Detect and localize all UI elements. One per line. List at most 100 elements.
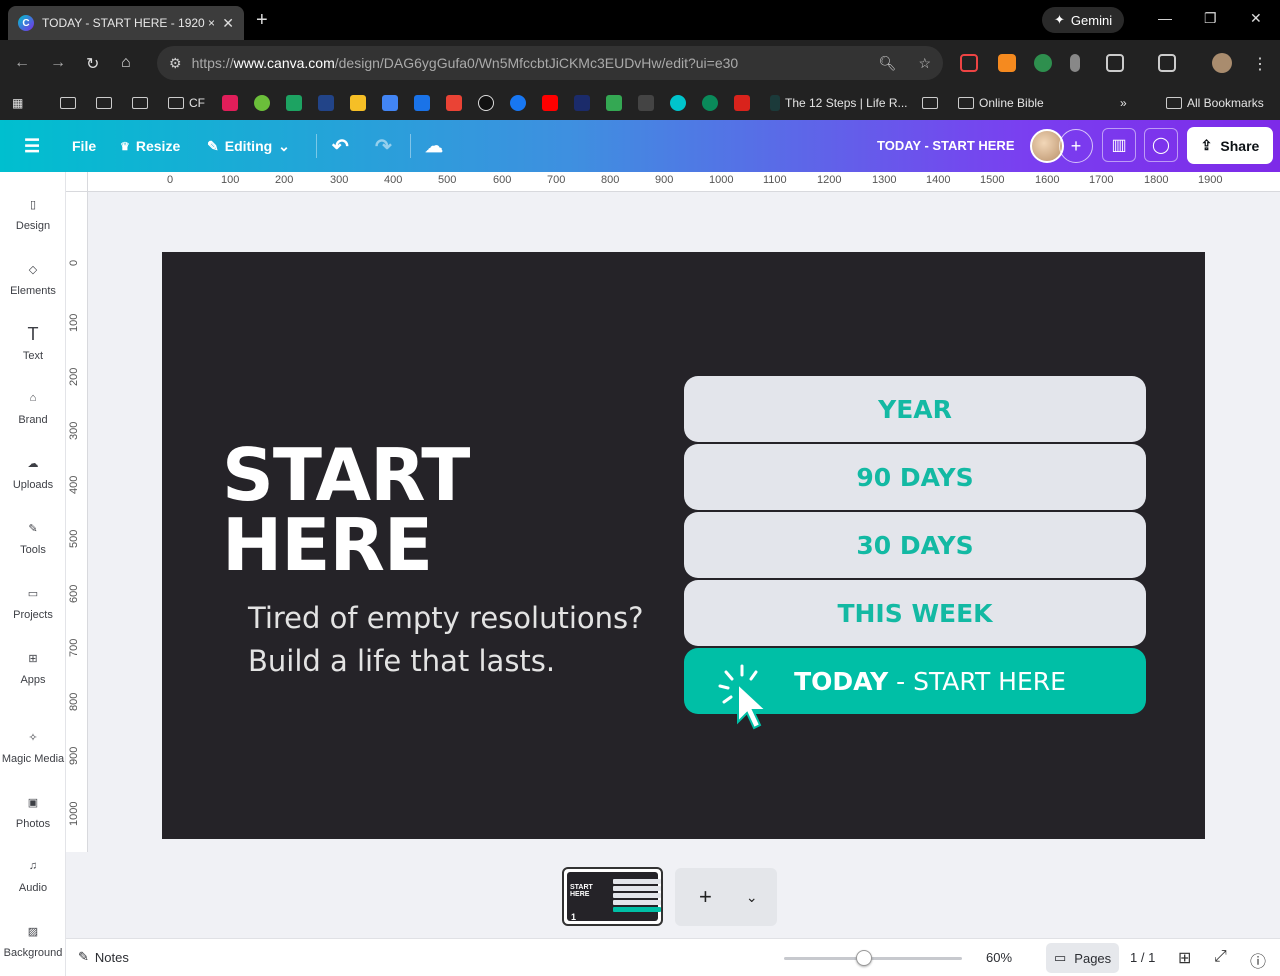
add-page-button[interactable]: + ⌄ [675, 868, 777, 926]
bookmark-canva[interactable] [670, 94, 686, 112]
bookmark-star-icon[interactable]: ☆ [918, 55, 931, 72]
ninety-days-button[interactable]: 90 DAYS [684, 444, 1146, 510]
cloud-saved-icon[interactable]: ☁ [425, 120, 443, 172]
bookmark-dw[interactable] [638, 94, 654, 112]
bookmark-tc[interactable] [478, 94, 494, 112]
analytics-icon[interactable]: ▥ [1102, 128, 1136, 162]
document-title[interactable]: TODAY - START HERE [877, 138, 1014, 153]
bookmark-docs[interactable] [382, 94, 398, 112]
microphone-icon[interactable] [1070, 54, 1080, 72]
folder-icon [1166, 97, 1182, 109]
browser-menu-icon[interactable]: ⋮ [1252, 54, 1268, 74]
main-menu-icon[interactable]: ☰ [24, 120, 40, 172]
comments-icon[interactable]: ◯ [1144, 128, 1178, 162]
new-tab-icon[interactable]: + [256, 9, 268, 32]
bookmark-green-list[interactable] [606, 94, 622, 112]
forward-icon[interactable]: → [50, 54, 66, 72]
all-bookmarks[interactable]: All Bookmarks [1166, 94, 1264, 112]
year-button[interactable]: YEAR [684, 376, 1146, 442]
zoom-level[interactable]: 60% [986, 950, 1012, 965]
resize-button[interactable]: ♛ Resize [120, 120, 180, 172]
bookmark-slack[interactable] [222, 94, 238, 112]
gemini-button[interactable]: ✦ Gemini [1042, 7, 1125, 33]
bookmark-blue-app[interactable] [318, 94, 334, 112]
chevron-down-icon[interactable]: ⌄ [746, 889, 758, 906]
ruler-tick-label: 500 [68, 529, 80, 548]
cast-search-icon[interactable] [1158, 54, 1176, 72]
headline-text[interactable]: START HERE [222, 439, 470, 581]
this-week-button[interactable]: THIS WEEK [684, 580, 1146, 646]
profile-avatar[interactable] [1212, 53, 1232, 73]
bookmark-youtube[interactable] [542, 94, 558, 112]
help-icon[interactable]: ⓘ [1250, 948, 1266, 972]
browser-tab[interactable]: C TODAY - START HERE - 1920 × ✕ [8, 6, 244, 40]
sidebar-item-background[interactable]: ▨ Background [0, 921, 66, 960]
grid-view-icon[interactable]: ⊞ [1178, 948, 1191, 968]
file-menu-button[interactable]: File [72, 120, 96, 172]
bookmark-gmail[interactable] [446, 94, 462, 112]
sidebar-item-photos[interactable]: ▣ Photos [0, 792, 66, 831]
tagline-text[interactable]: Tired of empty resolutions? Build a life… [248, 597, 644, 683]
sidebar-item-apps[interactable]: ⊞ Apps [0, 648, 66, 687]
thirty-days-button[interactable]: 30 DAYS [684, 512, 1146, 578]
sidebar-item-tools[interactable]: ✎ Tools [0, 518, 66, 557]
invite-plus-icon[interactable]: + [1059, 129, 1093, 163]
bookmark-folder-2[interactable] [96, 94, 112, 112]
crown-icon: ♛ [120, 140, 130, 153]
minimize-icon[interactable]: — [1158, 10, 1172, 26]
bookmark-12-steps[interactable]: The 12 Steps | Life R... [770, 94, 908, 112]
docs-icon [382, 95, 398, 111]
bookmark-keep[interactable] [350, 94, 366, 112]
zoom-slider-track[interactable] [784, 957, 962, 960]
restore-icon[interactable]: ❐ [1204, 10, 1217, 27]
ruler-tick-label: 1800 [1144, 174, 1169, 186]
editor-footer: ✎ Notes 60% ▭ Pages 1 / 1 ⊞ ⤢ ⓘ [66, 938, 1280, 976]
design-page[interactable]: START HERE Tired of empty resolutions? B… [162, 252, 1205, 839]
undo-icon[interactable]: ↶ [332, 120, 349, 172]
bookmark-online-bible[interactable]: Online Bible [958, 94, 1044, 112]
bookmark-folder-cf[interactable]: CF [168, 94, 205, 112]
bookmark-facebook[interactable] [510, 94, 526, 112]
bookmarks-overflow-icon[interactable]: » [1120, 94, 1127, 112]
extension-badge-icon[interactable] [998, 54, 1016, 72]
page-thumbnail[interactable]: START HERE 1 [562, 867, 663, 926]
extensions-puzzle-icon[interactable] [1106, 54, 1124, 72]
apps-grid-icon[interactable]: ▦ [12, 94, 23, 112]
sidebar-item-audio[interactable]: ♫ Audio [0, 856, 66, 894]
extension-off-icon[interactable] [1034, 54, 1052, 72]
zoom-search-icon[interactable]: 🔍︎ [879, 55, 897, 72]
notes-button[interactable]: ✎ Notes [78, 949, 129, 965]
home-icon[interactable]: ⌂ [121, 54, 131, 72]
zoom-slider-handle[interactable] [856, 950, 872, 966]
sidebar-item-brand[interactable]: ⌂ Brand [0, 388, 66, 426]
back-icon[interactable]: ← [14, 54, 30, 72]
sidebar-item-magic-media[interactable]: ✧ Magic Media [0, 727, 66, 766]
bookmark-red-app[interactable] [734, 94, 750, 112]
bookmark-calendar[interactable] [414, 94, 430, 112]
sidebar-item-design[interactable]: ▯ Design [0, 194, 66, 233]
share-button[interactable]: ⇪ Share [1187, 127, 1273, 164]
bookmark-folder-1[interactable] [60, 94, 76, 112]
fullscreen-icon[interactable]: ⤢ [1214, 948, 1227, 966]
today-start-here-button[interactable]: TODAY - START HERE [684, 648, 1146, 730]
url-bar[interactable]: ⚙ https://www.canva.com/design/DAG6ygGuf… [157, 46, 943, 80]
ruler-tick-label: 1000 [709, 174, 734, 186]
site-info-icon[interactable]: ⚙ [169, 55, 182, 72]
sidebar-item-uploads[interactable]: ☁ Uploads [0, 453, 66, 492]
bookmark-sheets-alt[interactable] [286, 94, 302, 112]
sidebar-item-text[interactable]: T Text [0, 324, 66, 363]
tab-close-icon[interactable]: ✕ [222, 15, 234, 32]
bookmark-folder-3[interactable] [132, 94, 148, 112]
bookmark-gloo[interactable] [254, 94, 270, 112]
pages-button[interactable]: ▭ Pages [1046, 943, 1120, 973]
bookmark-folder-4[interactable] [922, 94, 938, 112]
bookmark-ui[interactable] [574, 94, 590, 112]
editing-mode-button[interactable]: ✎ Editing ⌄ [207, 120, 290, 172]
redo-icon[interactable]: ↷ [375, 120, 392, 172]
pocket-extension-icon[interactable] [960, 54, 978, 72]
sidebar-item-projects[interactable]: ▭ Projects [0, 583, 66, 622]
sidebar-item-elements[interactable]: ◇ Elements [0, 259, 66, 298]
reload-icon[interactable]: ↻ [86, 54, 99, 74]
bookmark-headphones[interactable] [702, 94, 718, 112]
window-close-icon[interactable]: ✕ [1250, 10, 1262, 27]
